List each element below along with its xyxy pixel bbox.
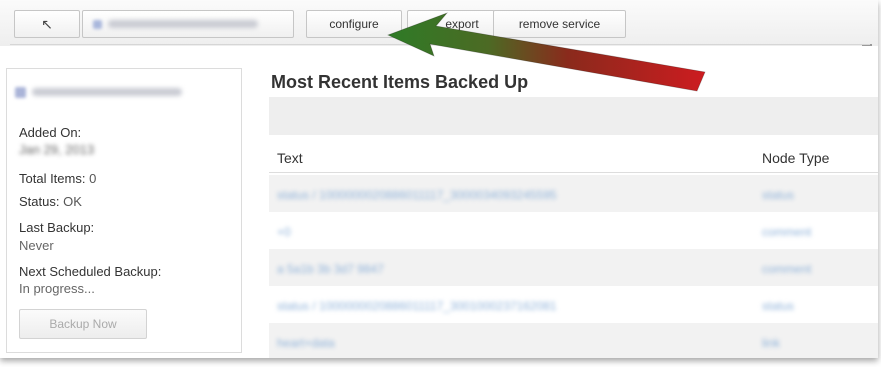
item-text-link[interactable]: heart+data: [277, 336, 335, 350]
last-backup-label: Last Backup:: [19, 220, 95, 235]
header-divider: [269, 172, 878, 173]
item-text-link[interactable]: a 5a1b 3b 3d7 9847: [277, 262, 384, 276]
item-text-link[interactable]: status / 1000000020886011117_30010002371…: [277, 299, 557, 313]
back-arrow-icon: ↖: [41, 15, 53, 32]
backup-now-button[interactable]: Backup Now: [19, 309, 147, 339]
total-items-field: Total Items: 0: [19, 171, 96, 186]
service-avatar-icon: [15, 86, 26, 98]
service-logo-icon: [93, 19, 102, 29]
service-name-redacted: [108, 20, 258, 28]
service-info-panel: Added On: Jan 29, 2013 Total Items: 0 St…: [6, 68, 242, 353]
node-type-link[interactable]: link: [762, 336, 780, 350]
service-title: [15, 79, 235, 105]
table-row: status / 1000000020886011117_30010002371…: [269, 286, 878, 323]
column-header-node-type[interactable]: Node Type: [762, 150, 829, 166]
status-label: Status:: [19, 194, 60, 209]
node-type-link[interactable]: comment: [762, 225, 811, 239]
item-text-link[interactable]: status / 1000000020886011117_30000340932…: [277, 188, 557, 202]
next-backup-label: Next Scheduled Backup:: [19, 264, 162, 279]
status-field: Status: OK: [19, 194, 82, 209]
service-name-button[interactable]: [82, 10, 294, 38]
item-text-link[interactable]: +0: [277, 225, 291, 239]
added-on-label: Added On:: [19, 125, 82, 140]
service-title-redacted: [32, 88, 182, 96]
table-row: heart+data link: [269, 323, 878, 358]
node-type-link[interactable]: status: [762, 299, 794, 313]
column-header-text[interactable]: Text: [277, 150, 303, 166]
configure-button[interactable]: configure: [306, 10, 402, 38]
status-value: OK: [63, 194, 82, 209]
page-title: Most Recent Items Backed Up: [271, 72, 529, 92]
table-row: +0 comment: [269, 212, 878, 249]
total-items-label: Total Items:: [19, 171, 86, 186]
table-row: a 5a1b 3b 3d7 9847 comment: [269, 249, 878, 286]
next-backup-value: In progress...: [19, 281, 95, 296]
toolbar: ↖ export configure remove service: [0, 0, 878, 46]
app-frame: ↖ export configure remove service Added …: [0, 0, 878, 358]
filter-bar: [269, 97, 878, 135]
table-row: status / 1000000020886011117_30000340932…: [269, 175, 878, 212]
total-items-value: 0: [89, 171, 97, 186]
node-type-link[interactable]: status: [762, 188, 794, 202]
collapse-handle[interactable]: [862, 44, 872, 46]
added-on-value: Jan 29, 2013: [19, 142, 95, 157]
node-type-link[interactable]: comment: [762, 262, 811, 276]
back-button[interactable]: ↖: [14, 10, 80, 38]
remove-service-button[interactable]: remove service: [493, 10, 626, 38]
last-backup-value: Never: [19, 238, 54, 253]
export-button[interactable]: export: [407, 10, 495, 38]
